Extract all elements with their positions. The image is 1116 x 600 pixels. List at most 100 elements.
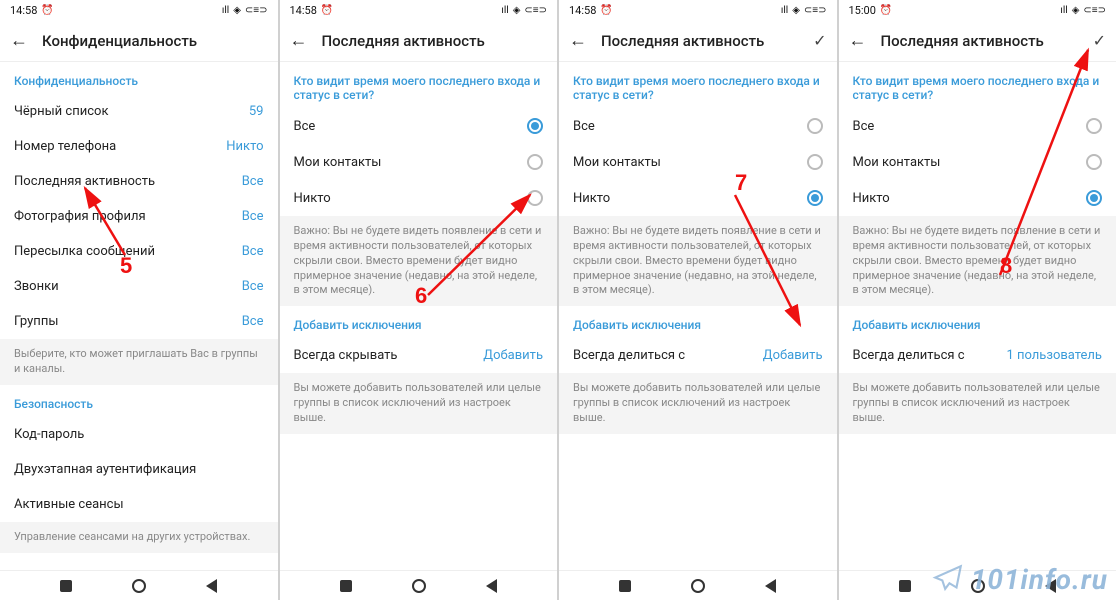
page-title: Конфиденциальность — [42, 32, 268, 50]
alarm-icon: ⏰ — [41, 5, 53, 16]
back-icon[interactable]: ← — [569, 30, 587, 51]
row-calls[interactable]: ЗвонкиВсе — [0, 269, 278, 304]
nav-home-icon[interactable] — [132, 579, 146, 593]
question-header: Кто видит время моего последнего входа и… — [839, 62, 1116, 108]
question-header: Кто видит время моего последнего входа и… — [280, 62, 558, 108]
alarm-icon: ⏰ — [880, 5, 892, 16]
row-phone[interactable]: Номер телефонаНикто — [0, 129, 278, 164]
battery-icon: ⊂≡⊃ — [524, 5, 547, 16]
radio-all[interactable]: Все — [280, 108, 558, 144]
nav-home-icon[interactable] — [412, 579, 426, 593]
row-groups[interactable]: ГруппыВсе — [0, 304, 278, 339]
nav-bar — [0, 570, 278, 600]
nav-back-icon[interactable] — [1045, 579, 1056, 593]
wifi-icon: ◈ — [513, 5, 521, 16]
app-bar: ← Конфиденциальность — [0, 20, 278, 62]
exceptions-header: Добавить исключения — [839, 306, 1116, 338]
nav-bar — [280, 570, 558, 600]
signal-icon: ıll — [781, 5, 788, 16]
nav-recent-icon[interactable] — [619, 580, 631, 592]
nav-home-icon[interactable] — [971, 579, 985, 593]
info-exceptions: Вы можете добавить пользователей или цел… — [839, 373, 1116, 434]
alarm-icon: ⏰ — [321, 5, 333, 16]
info-exceptions: Вы можете добавить пользователей или цел… — [559, 373, 837, 434]
radio-contacts[interactable]: Мои контакты — [839, 144, 1116, 180]
radio-all[interactable]: Все — [839, 108, 1116, 144]
info-groups: Выберите, кто может приглашать Вас в гру… — [0, 339, 278, 385]
app-bar: ← Последняя активность — [280, 20, 558, 62]
radio-all[interactable]: Все — [559, 108, 837, 144]
radio-nobody[interactable]: Никто — [280, 180, 558, 216]
wifi-icon: ◈ — [1072, 5, 1080, 16]
exceptions-header: Добавить исключения — [559, 306, 837, 338]
back-icon[interactable]: ← — [849, 30, 867, 51]
radio-icon — [1086, 154, 1102, 170]
radio-icon — [1086, 190, 1102, 206]
app-bar: ← Последняя активность ✓ — [839, 20, 1116, 62]
info-sessions: Управление сеансами на других устройства… — [0, 522, 278, 553]
row-sessions[interactable]: Активные сеансы — [0, 487, 278, 522]
row-always-share[interactable]: Всегда делиться сДобавить — [559, 338, 837, 373]
page-title: Последняя активность — [322, 32, 548, 50]
info-important: Важно: Вы не будете видеть появление в с… — [280, 216, 558, 306]
info-exceptions: Вы можете добавить пользователей или цел… — [280, 373, 558, 434]
radio-icon — [527, 118, 543, 134]
clock: 15:00 — [849, 4, 876, 17]
info-important: Важно: Вы не будете видеть появление в с… — [839, 216, 1116, 306]
radio-icon — [527, 154, 543, 170]
section-privacy: Конфиденциальность — [0, 62, 278, 94]
back-icon[interactable]: ← — [290, 30, 308, 51]
radio-contacts[interactable]: Мои контакты — [559, 144, 837, 180]
clock: 14:58 — [10, 4, 37, 17]
row-passcode[interactable]: Код-пароль — [0, 417, 278, 452]
battery-icon: ⊂≡⊃ — [804, 5, 827, 16]
nav-back-icon[interactable] — [486, 579, 497, 593]
signal-icon: ıll — [501, 5, 508, 16]
row-last-activity[interactable]: Последняя активностьВсе — [0, 164, 278, 199]
clock: 14:58 — [290, 4, 317, 17]
nav-bar — [559, 570, 837, 600]
clock: 14:58 — [569, 4, 596, 17]
nav-back-icon[interactable] — [206, 579, 217, 593]
nav-recent-icon[interactable] — [340, 580, 352, 592]
confirm-check-icon[interactable]: ✓ — [813, 31, 826, 50]
radio-contacts[interactable]: Мои контакты — [280, 144, 558, 180]
confirm-check-icon[interactable]: ✓ — [1093, 31, 1106, 50]
signal-icon: ıll — [1060, 5, 1067, 16]
battery-icon: ⊂≡⊃ — [1083, 5, 1106, 16]
battery-icon: ⊂≡⊃ — [245, 5, 268, 16]
wifi-icon: ◈ — [233, 5, 241, 16]
screen-lastseen-c: 15:00⏰ ıll◈⊂≡⊃ ← Последняя активность ✓ … — [839, 0, 1116, 600]
radio-icon — [527, 190, 543, 206]
radio-icon — [1086, 118, 1102, 134]
nav-home-icon[interactable] — [691, 579, 705, 593]
page-title: Последняя активность — [881, 32, 1079, 50]
nav-recent-icon[interactable] — [899, 580, 911, 592]
row-always-share[interactable]: Всегда делиться с1 пользователь — [839, 338, 1116, 373]
row-always-hide[interactable]: Всегда скрыватьДобавить — [280, 338, 558, 373]
row-blacklist[interactable]: Чёрный список59 — [0, 94, 278, 129]
screen-lastseen-b: 14:58⏰ ıll◈⊂≡⊃ ← Последняя активность ✓ … — [559, 0, 839, 600]
info-important: Важно: Вы не будете видеть появление в с… — [559, 216, 837, 306]
nav-bar — [839, 570, 1116, 600]
wifi-icon: ◈ — [792, 5, 800, 16]
radio-icon — [807, 154, 823, 170]
screen-lastseen-a: 14:58 ⏰ ıll ◈⊂≡⊃ ← Последняя активность Кт… — [280, 0, 560, 600]
back-icon[interactable]: ← — [10, 30, 28, 51]
nav-recent-icon[interactable] — [60, 580, 72, 592]
page-title: Последняя активность — [601, 32, 799, 50]
nav-back-icon[interactable] — [765, 579, 776, 593]
radio-nobody[interactable]: Никто — [839, 180, 1116, 216]
status-bar: 14:58 ⏰ ıll ◈⊂≡⊃ — [280, 0, 558, 20]
section-security: Безопасность — [0, 385, 278, 417]
status-bar: 15:00 ⏰ ıll ◈⊂≡⊃ — [839, 0, 1116, 20]
row-forwarding[interactable]: Пересылка сообщенийВсе — [0, 234, 278, 269]
row-2fa[interactable]: Двухэтапная аутентификация — [0, 452, 278, 487]
radio-nobody[interactable]: Никто — [559, 180, 837, 216]
radio-icon — [807, 190, 823, 206]
exceptions-header: Добавить исключения — [280, 306, 558, 338]
question-header: Кто видит время моего последнего входа и… — [559, 62, 837, 108]
row-profile-photo[interactable]: Фотография профиляВсе — [0, 199, 278, 234]
alarm-icon: ⏰ — [600, 5, 612, 16]
screen-privacy: 14:58⏰ ıll◈⊂≡⊃ ← Конфиденциальность Конф… — [0, 0, 280, 600]
